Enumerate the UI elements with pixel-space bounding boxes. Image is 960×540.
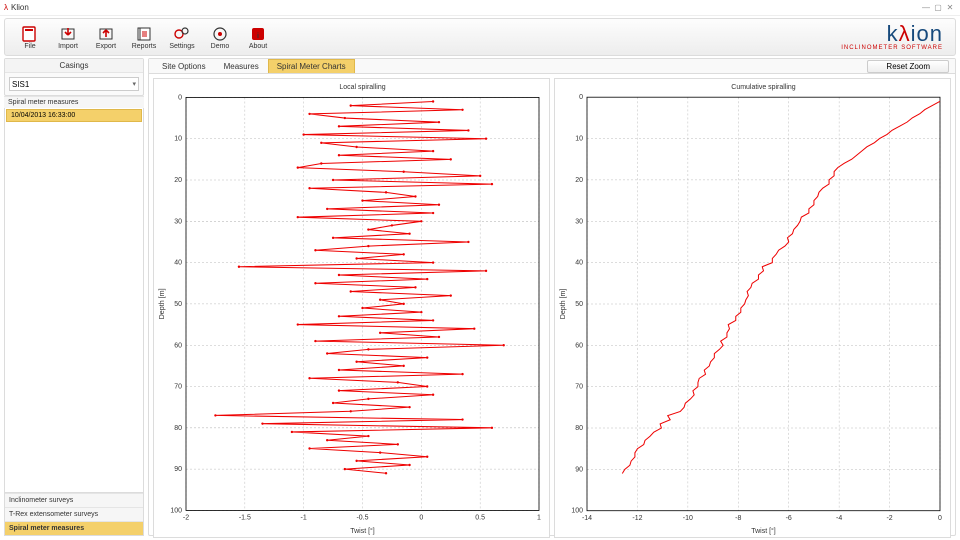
svg-text:-8: -8	[735, 515, 741, 522]
svg-text:Depth [m]: Depth [m]	[560, 289, 567, 320]
svg-text:i: i	[257, 33, 259, 40]
casing-select[interactable]: SIS1 ▾	[9, 77, 139, 91]
svg-text:Twist [°]: Twist [°]	[751, 527, 776, 535]
info-icon: i	[248, 25, 268, 43]
import-label: Import	[58, 43, 78, 50]
svg-text:1: 1	[537, 515, 541, 522]
brand-accent: λ	[899, 21, 911, 46]
import-button[interactable]: Import	[49, 20, 87, 54]
svg-text:0: 0	[419, 515, 423, 522]
casing-selected-value: SIS1	[12, 80, 29, 89]
svg-text:40: 40	[575, 260, 583, 267]
tab-site-options[interactable]: Site Options	[153, 59, 215, 73]
tabs: Site Options Measures Spiral Meter Chart…	[149, 59, 955, 74]
accordion-trex[interactable]: T-Rex extensometer surveys	[5, 507, 143, 521]
svg-text:40: 40	[174, 260, 182, 267]
svg-text:20: 20	[174, 177, 182, 184]
svg-text:100: 100	[571, 508, 583, 515]
brand: kλion INCLINOMETER SOFTWARE	[841, 23, 949, 51]
demo-button[interactable]: Demo	[201, 20, 239, 54]
import-icon	[58, 25, 78, 43]
reports-label: Reports	[132, 43, 157, 50]
reports-button[interactable]: Reports	[125, 20, 163, 54]
main-panel: Site Options Measures Spiral Meter Chart…	[148, 58, 956, 536]
svg-text:50: 50	[174, 301, 182, 308]
svg-text:60: 60	[575, 342, 583, 349]
minimize-icon[interactable]: —	[920, 3, 932, 13]
svg-text:0.5: 0.5	[475, 515, 485, 522]
demo-icon	[210, 25, 230, 43]
export-icon	[96, 25, 116, 43]
svg-text:30: 30	[575, 218, 583, 225]
chart-local[interactable]: -2-1.5-1-0.500.510102030405060708090100L…	[153, 78, 550, 538]
svg-text:100: 100	[170, 507, 182, 514]
svg-text:Twist [°]: Twist [°]	[350, 527, 375, 535]
svg-text:Local spiralling: Local spiralling	[339, 84, 385, 91]
accordion: Inclinometer surveys T-Rex extensometer …	[4, 493, 144, 536]
maximize-icon[interactable]: ▢	[932, 3, 944, 13]
tab-spiral-charts[interactable]: Spiral Meter Charts	[268, 59, 355, 73]
toolbar: File Import Export Reports Settings Demo…	[4, 18, 956, 56]
brand-pre: k	[887, 21, 899, 46]
svg-text:-6: -6	[786, 515, 792, 522]
sidebar: Casings SIS1 ▾ Spiral meter measures 10/…	[4, 58, 144, 536]
svg-text:-4: -4	[836, 515, 842, 522]
svg-text:-2: -2	[886, 515, 892, 522]
tab-measures[interactable]: Measures	[215, 59, 268, 73]
accordion-inclinometer[interactable]: Inclinometer surveys	[5, 493, 143, 507]
svg-text:0: 0	[178, 94, 182, 101]
measures-list[interactable]: 10/04/2013 16:33:00	[4, 108, 144, 493]
svg-text:0: 0	[938, 515, 942, 522]
svg-text:70: 70	[575, 384, 583, 391]
settings-label: Settings	[169, 43, 194, 50]
svg-text:20: 20	[575, 177, 583, 184]
settings-button[interactable]: Settings	[163, 20, 201, 54]
brand-tagline: INCLINOMETER SOFTWARE	[841, 45, 943, 51]
svg-text:70: 70	[174, 384, 182, 391]
file-button[interactable]: File	[11, 20, 49, 54]
svg-text:-0.5: -0.5	[356, 515, 368, 522]
svg-text:10: 10	[575, 136, 583, 143]
svg-text:80: 80	[174, 425, 182, 432]
accordion-spiral[interactable]: Spiral meter measures	[5, 521, 143, 535]
reports-icon	[134, 25, 154, 43]
demo-label: Demo	[211, 43, 230, 50]
app-icon: λ	[4, 3, 8, 12]
svg-text:90: 90	[174, 466, 182, 473]
titlebar: λ Klion — ▢ ✕	[0, 0, 960, 16]
svg-text:10: 10	[174, 136, 182, 143]
brand-post: ion	[911, 21, 943, 46]
charts-area: -2-1.5-1-0.500.510102030405060708090100L…	[149, 74, 955, 540]
window-title: Klion	[11, 3, 29, 12]
measures-header: Spiral meter measures	[4, 96, 144, 108]
casings-header: Casings	[5, 59, 143, 73]
gear-icon	[172, 25, 192, 43]
svg-text:Cumulative spiralling: Cumulative spiralling	[731, 84, 795, 91]
svg-text:-10: -10	[683, 515, 693, 522]
close-icon[interactable]: ✕	[944, 3, 956, 13]
export-button[interactable]: Export	[87, 20, 125, 54]
svg-text:80: 80	[575, 425, 583, 432]
about-button[interactable]: i About	[239, 20, 277, 54]
svg-text:-14: -14	[582, 515, 592, 522]
svg-text:30: 30	[174, 218, 182, 225]
chevron-down-icon: ▾	[132, 80, 136, 88]
reset-zoom-button[interactable]: Reset Zoom	[867, 60, 949, 73]
svg-text:50: 50	[575, 301, 583, 308]
svg-text:-12: -12	[632, 515, 642, 522]
file-icon	[20, 25, 40, 43]
about-label: About	[249, 43, 267, 50]
chart-cumulative[interactable]: -14 -12 -10 -8 -6 -4 -2 0 0 10 20 30 40 50 60 70 80 90 100…	[554, 78, 951, 538]
svg-text:0: 0	[579, 94, 583, 101]
svg-text:60: 60	[174, 342, 182, 349]
file-label: File	[24, 43, 35, 50]
list-item[interactable]: 10/04/2013 16:33:00	[6, 109, 142, 122]
svg-text:-1.5: -1.5	[239, 515, 251, 522]
casings-panel: Casings SIS1 ▾	[4, 58, 144, 96]
svg-text:Depth [m]: Depth [m]	[159, 288, 166, 319]
svg-text:-1: -1	[301, 515, 307, 522]
export-label: Export	[96, 43, 116, 50]
svg-text:-2: -2	[183, 515, 189, 522]
svg-text:90: 90	[575, 466, 583, 473]
